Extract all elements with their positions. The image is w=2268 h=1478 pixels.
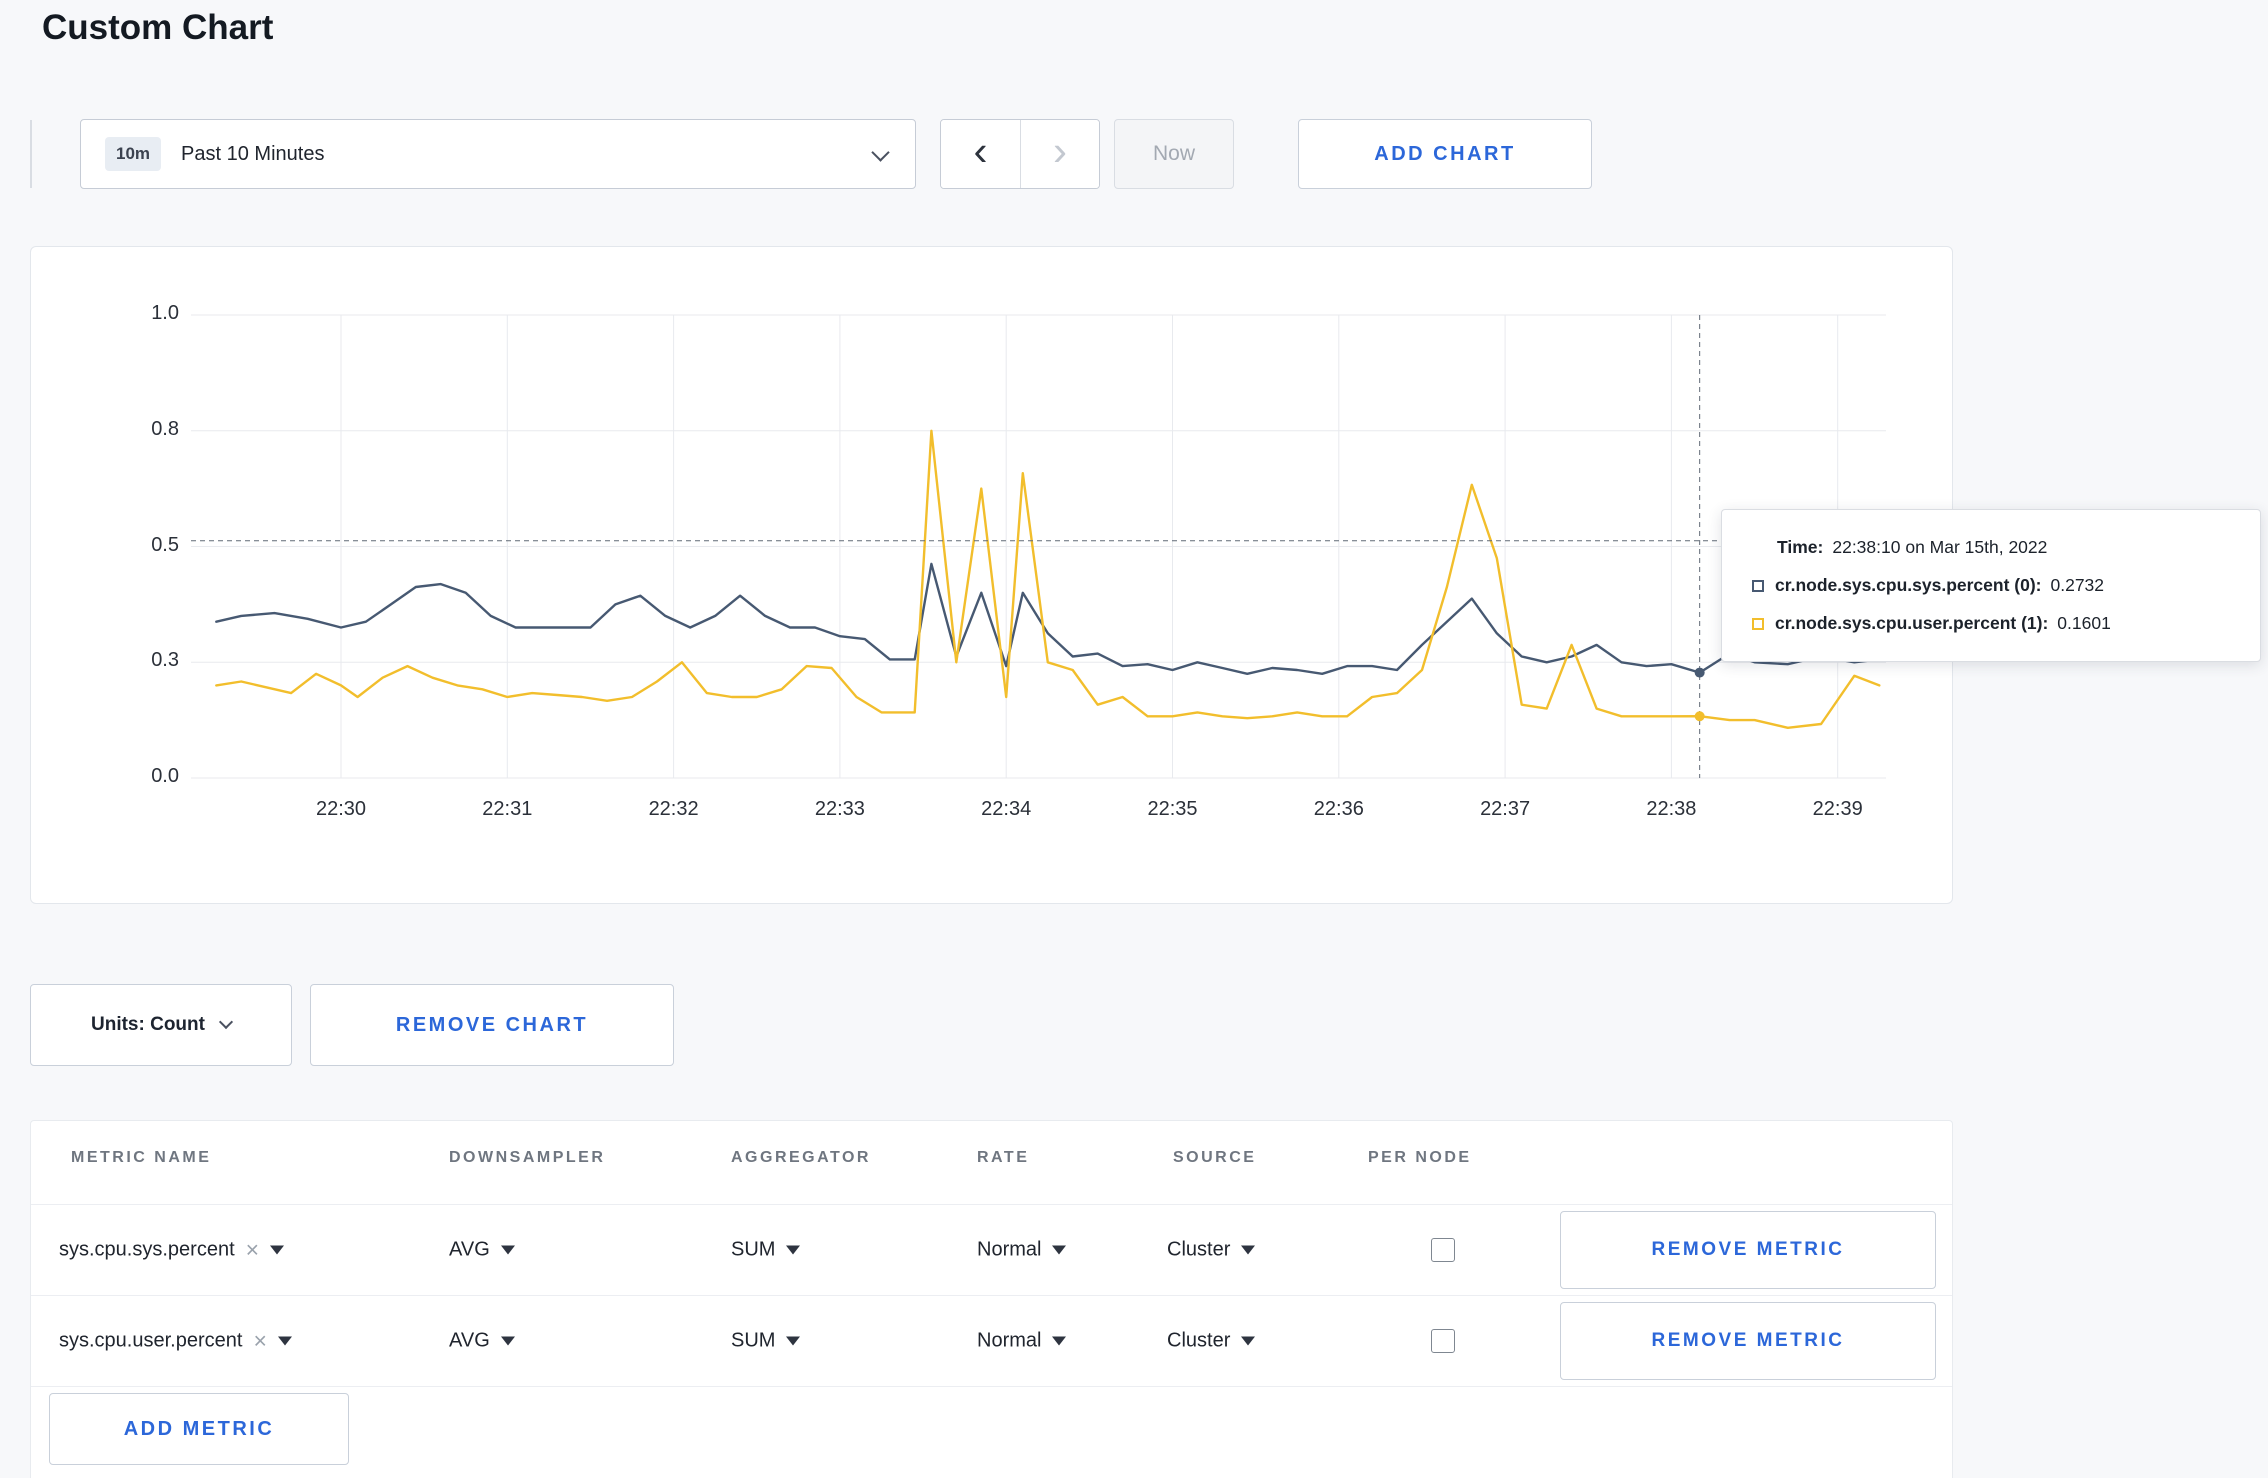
remove-metric-button[interactable]: REMOVE METRIC (1560, 1302, 1936, 1380)
metric-name-value: sys.cpu.sys.percent (59, 1238, 235, 1261)
time-nav-group: ‹ › (940, 119, 1100, 189)
now-button[interactable]: Now (1114, 119, 1234, 189)
metric-row: sys.cpu.user.percent × AVG SUM Normal Cl… (31, 1296, 1952, 1386)
y-axis-tick-label: 0.5 (151, 533, 179, 556)
x-axis-tick-label: 22:37 (1480, 798, 1531, 820)
row-divider (31, 1386, 1952, 1387)
tooltip-time-row: Time: 22:38:10 on Mar 15th, 2022 (1752, 537, 2230, 558)
tooltip-time-label: Time: (1777, 537, 1824, 557)
remove-metric-button[interactable]: REMOVE METRIC (1560, 1211, 1936, 1289)
page-title: Custom Chart (42, 8, 274, 47)
source-value: Cluster (1167, 1238, 1231, 1261)
x-axis-tick-label: 22:36 (1313, 798, 1364, 820)
chevron-down-icon (871, 143, 890, 162)
column-header-metric-name: METRIC NAME (71, 1149, 212, 1166)
source-select[interactable]: Cluster (1167, 1238, 1256, 1262)
downsampler-select[interactable]: AVG (449, 1239, 515, 1262)
tooltip-time-value: 22:38:10 on Mar 15th, 2022 (1832, 537, 2048, 557)
chart-card: 0.0 0.3 0.5 0.8 1.0 22:30 22:31 22:32 22:33 22:3… (30, 246, 1953, 904)
add-metric-button[interactable]: ADD METRIC (49, 1393, 349, 1465)
time-range-badge: 10m (105, 137, 162, 171)
column-header-aggregator: AGGREGATOR (731, 1149, 871, 1166)
y-axis-tick-label: 1.0 (151, 302, 179, 324)
aggregator-value: SUM (731, 1238, 776, 1261)
x-axis-tick-label: 22:33 (814, 798, 865, 820)
downsampler-select[interactable]: AVG (449, 1330, 515, 1353)
x-axis-tick-label: 22:38 (1646, 798, 1697, 820)
metric-row: sys.cpu.sys.percent × AVG SUM Normal Clu… (31, 1205, 1952, 1295)
metric-name-select[interactable]: sys.cpu.sys.percent × (59, 1238, 285, 1262)
series-swatch-icon (1752, 579, 1764, 592)
y-axis-tick-label: 0.0 (151, 765, 179, 787)
tooltip-series-row: cr.node.sys.cpu.user.percent (1): 0.1601 (1752, 613, 2230, 634)
column-header-rate: RATE (977, 1149, 1030, 1166)
caret-down-icon (786, 1336, 801, 1346)
tooltip-series-value: 0.1601 (2057, 613, 2111, 633)
downsampler-value: AVG (449, 1238, 490, 1261)
caret-down-icon (500, 1245, 515, 1255)
add-chart-button[interactable]: ADD CHART (1298, 119, 1592, 189)
prev-interval-button[interactable]: ‹ (941, 120, 1020, 188)
x-axis-tick-label: 22:35 (1147, 798, 1198, 820)
caret-down-icon (500, 1336, 515, 1346)
caret-down-icon (1052, 1336, 1067, 1346)
caret-down-icon (270, 1245, 285, 1255)
chevron-left-icon: ‹ (973, 127, 988, 174)
tooltip-series-row: cr.node.sys.cpu.sys.percent (0): 0.2732 (1752, 575, 2230, 596)
caret-down-icon (1241, 1245, 1256, 1255)
x-axis-tick-label: 22:34 (981, 798, 1032, 820)
tooltip-series-label: cr.node.sys.cpu.sys.percent (0): (1775, 575, 2042, 595)
toolbar-divider (30, 120, 32, 188)
source-select[interactable]: Cluster (1167, 1329, 1256, 1353)
column-header-per-node: PER NODE (1368, 1149, 1472, 1166)
x-axis-tick-label: 22:32 (648, 798, 699, 820)
time-range-label: Past 10 Minutes (181, 142, 325, 165)
metric-name-select[interactable]: sys.cpu.user.percent × (59, 1329, 292, 1353)
per-node-cell (1431, 1329, 1455, 1353)
aggregator-value: SUM (731, 1329, 776, 1352)
next-interval-button[interactable]: › (1020, 120, 1099, 188)
caret-down-icon (786, 1245, 801, 1255)
per-node-checkbox[interactable] (1431, 1329, 1455, 1353)
remove-chart-button[interactable]: REMOVE CHART (310, 984, 674, 1066)
per-node-checkbox[interactable] (1431, 1238, 1455, 1262)
metric-name-value: sys.cpu.user.percent (59, 1329, 243, 1352)
y-axis-tick-label: 0.3 (151, 649, 179, 672)
rate-select[interactable]: Normal (977, 1238, 1067, 1262)
rate-value: Normal (977, 1329, 1042, 1352)
column-header-source: SOURCE (1173, 1149, 1257, 1166)
rate-select[interactable]: Normal (977, 1329, 1067, 1353)
aggregator-select[interactable]: SUM (731, 1238, 801, 1262)
source-value: Cluster (1167, 1329, 1231, 1352)
y-axis-tick-label: 0.8 (151, 417, 179, 440)
chart-tooltip: Time: 22:38:10 on Mar 15th, 2022 cr.node… (1721, 509, 2261, 662)
units-label: Units: Count (91, 1014, 205, 1035)
downsampler-value: AVG (449, 1329, 490, 1352)
aggregator-select[interactable]: SUM (731, 1329, 801, 1353)
series-swatch-icon (1752, 617, 1764, 630)
chevron-down-icon (218, 1014, 234, 1030)
caret-down-icon (1241, 1336, 1256, 1346)
caret-down-icon (1052, 1245, 1067, 1255)
close-icon[interactable]: × (246, 1238, 259, 1262)
per-node-cell (1431, 1238, 1455, 1262)
rate-value: Normal (977, 1238, 1042, 1261)
x-axis-tick-label: 22:39 (1812, 798, 1863, 820)
x-axis-tick-label: 22:31 (482, 798, 533, 820)
tooltip-series-value: 0.2732 (2050, 575, 2105, 595)
metrics-table: METRIC NAME DOWNSAMPLER AGGREGATOR RATE … (30, 1120, 1953, 1478)
units-select[interactable]: Units: Count (30, 984, 292, 1066)
x-axis-tick-label: 22:30 (315, 798, 367, 820)
custom-chart-page: Custom Chart 10m Past 10 Minutes ‹ › Now… (0, 0, 2268, 1478)
time-range-select[interactable]: 10m Past 10 Minutes (80, 119, 916, 189)
tooltip-series-label: cr.node.sys.cpu.user.percent (1): (1775, 613, 2049, 633)
column-header-downsampler: DOWNSAMPLER (449, 1149, 606, 1166)
close-icon[interactable]: × (253, 1329, 266, 1353)
chevron-right-icon: › (1053, 127, 1067, 174)
caret-down-icon (277, 1336, 292, 1346)
